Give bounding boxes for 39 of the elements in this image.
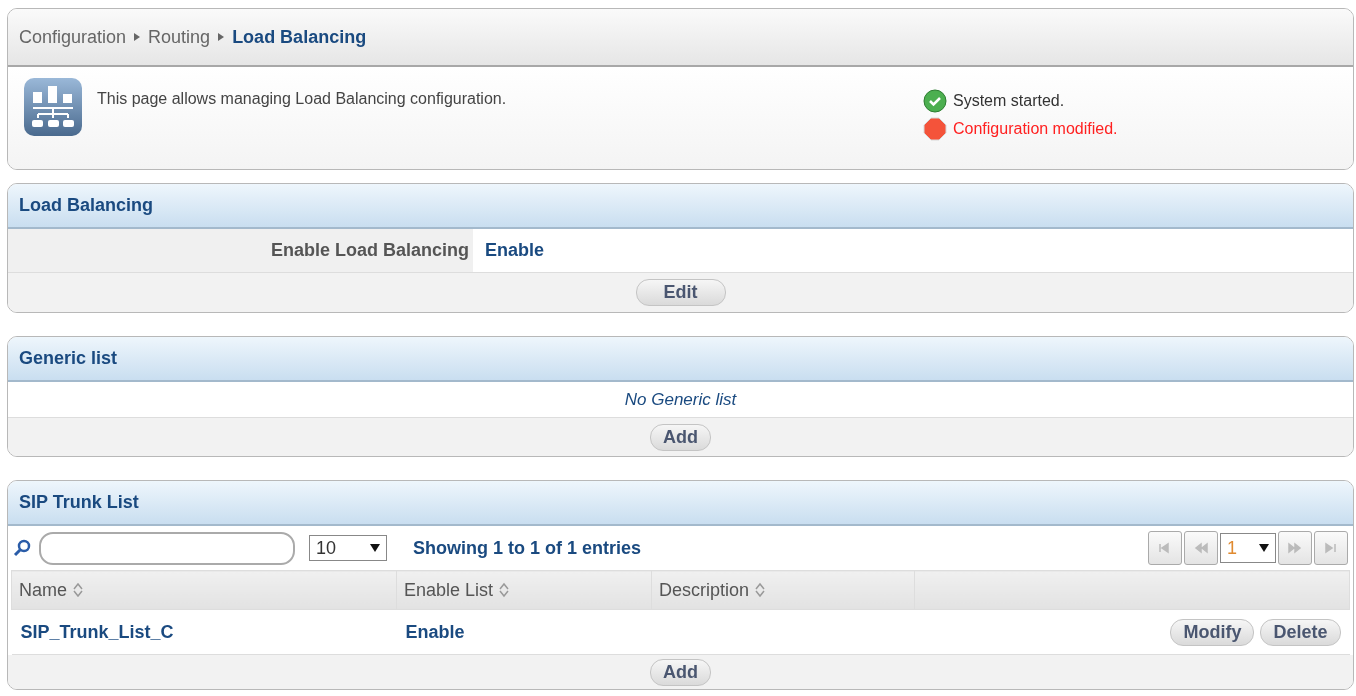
- table-cell: Enable: [396, 609, 652, 655]
- breadcrumb-item[interactable]: Routing: [148, 26, 211, 48]
- breadcrumb-item: Load Balancing: [232, 26, 367, 48]
- status-message: Configuration modified.: [953, 120, 1118, 138]
- field-label: Enable Load Balancing: [8, 229, 473, 272]
- search-field[interactable]: [39, 531, 295, 565]
- sort-icon[interactable]: [73, 582, 83, 598]
- status-message: System started.: [953, 92, 1065, 110]
- next-page-button[interactable]: [1278, 531, 1312, 565]
- add-button[interactable]: Add: [650, 423, 711, 451]
- check-icon: [923, 89, 947, 113]
- entries-info: Showing 1 to 1 of 1 entries: [413, 537, 643, 559]
- load-balancing-icon: [23, 77, 83, 137]
- add-button[interactable]: Add: [650, 658, 711, 686]
- sort-icon[interactable]: [499, 582, 510, 598]
- breadcrumb-item[interactable]: Configuration: [19, 26, 127, 48]
- panel-title: Load Balancing: [8, 184, 1353, 229]
- caret-icon: [370, 544, 380, 552]
- modify-button[interactable]: Modify: [1170, 618, 1255, 646]
- edit-button[interactable]: Edit: [635, 279, 726, 306]
- column-header[interactable]: Description: [651, 570, 915, 610]
- first-page-button[interactable]: [1148, 531, 1182, 565]
- delete-button[interactable]: Delete: [1260, 618, 1341, 646]
- arrow-icon: [134, 33, 141, 41]
- table-cell[interactable]: SIP_Trunk_List_C: [11, 609, 397, 655]
- arrow-icon: [218, 33, 225, 41]
- search-icon: [13, 539, 31, 557]
- prev-page-button[interactable]: [1184, 531, 1218, 565]
- last-page-button[interactable]: [1314, 531, 1348, 565]
- field-value: Enable: [484, 239, 546, 262]
- page-size-dropdown[interactable]: 10: [309, 535, 387, 561]
- panel-title: SIP Trunk List: [8, 481, 1353, 526]
- panel-title: Generic list: [8, 337, 1353, 382]
- caret-icon: [1259, 544, 1269, 552]
- column-header[interactable]: Name: [11, 570, 397, 610]
- page-description: This page allows managing Load Balancing configuration.: [97, 90, 508, 109]
- column-header[interactable]: Enable List: [396, 570, 652, 610]
- sort-icon[interactable]: [755, 582, 766, 598]
- stop-icon: [923, 117, 947, 141]
